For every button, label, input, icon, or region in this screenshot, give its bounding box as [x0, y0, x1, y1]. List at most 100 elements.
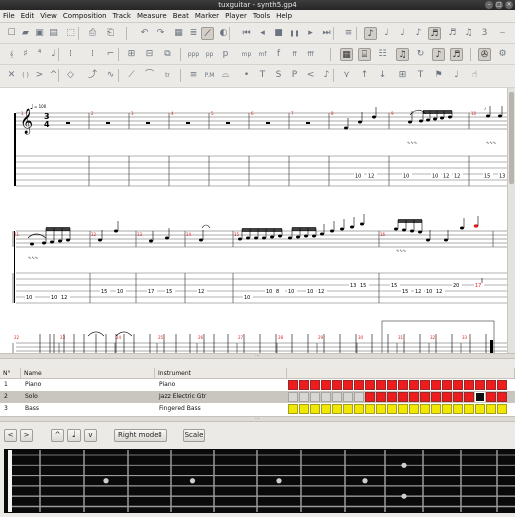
transport-mode-icon[interactable]: ≡: [342, 27, 355, 40]
dynamics-mp-icon[interactable]: mp: [240, 48, 253, 61]
measure-block[interactable]: [310, 392, 320, 402]
pick-down-icon[interactable]: ↓: [376, 69, 389, 82]
measure-block[interactable]: [332, 404, 342, 414]
hand-mode-select[interactable]: Right mode ⇕: [114, 429, 167, 442]
measure-block[interactable]: [431, 392, 441, 402]
settings-icon[interactable]: ⚙: [496, 48, 509, 61]
save-icon[interactable]: ▣: [33, 27, 46, 40]
print-preview-icon[interactable]: ⎗: [104, 27, 117, 40]
menu-help[interactable]: Help: [276, 12, 292, 20]
measure-block[interactable]: [354, 404, 364, 414]
measure-block[interactable]: [409, 404, 419, 414]
undo-icon[interactable]: ↶: [138, 27, 151, 40]
track-row[interactable]: 3 Bass Fingered Bass: [0, 403, 515, 415]
layout-linear-icon[interactable]: ≣: [187, 27, 200, 40]
add-measure-icon[interactable]: ⊞: [125, 48, 138, 61]
measure-block[interactable]: [321, 404, 331, 414]
time-signature-icon[interactable]: ⁴: [33, 48, 46, 61]
harmonic-icon[interactable]: ◇: [64, 69, 77, 82]
measure-block[interactable]: [387, 404, 397, 414]
key-signature-icon[interactable]: ♯: [19, 48, 32, 61]
repeat-alt-icon[interactable]: ⌐: [104, 48, 117, 61]
maximize-icon[interactable]: □: [495, 1, 503, 9]
tremolo-picking-icon[interactable]: ≡: [187, 69, 200, 82]
measure-block[interactable]: [398, 392, 408, 402]
dead-note-icon[interactable]: ✕: [5, 69, 18, 82]
pick-up-icon[interactable]: ↑: [358, 69, 371, 82]
save-as-icon[interactable]: ▤: [47, 27, 60, 40]
open-file-icon[interactable]: ▰: [19, 27, 32, 40]
dynamics-p-icon[interactable]: p: [219, 48, 232, 61]
menu-player[interactable]: Player: [225, 12, 247, 20]
close-icon[interactable]: ×: [505, 1, 513, 9]
chord-diagram-icon[interactable]: ⊞: [396, 69, 409, 82]
score-track-splitter[interactable]: ⋯: [0, 353, 515, 359]
measure-block[interactable]: [321, 380, 331, 390]
measure-block[interactable]: [398, 404, 408, 414]
col-instrument-header[interactable]: Instrument: [155, 368, 287, 379]
clef-icon[interactable]: 𝄞: [5, 48, 18, 61]
note-icon[interactable]: ♩: [67, 429, 81, 442]
measure-block[interactable]: [497, 404, 507, 414]
octave-down-button[interactable]: v: [84, 429, 97, 442]
measure-block[interactable]: [464, 392, 474, 402]
dynamics-fff-icon[interactable]: fff: [304, 48, 317, 61]
scale-button[interactable]: Scale: [183, 429, 205, 442]
grace-note-icon[interactable]: ♪: [320, 69, 333, 82]
mixer-icon[interactable]: ♫: [396, 48, 409, 61]
repeat-close-icon[interactable]: ⁞: [86, 48, 99, 61]
measure-block[interactable]: [299, 380, 309, 390]
trill-icon[interactable]: tr: [161, 69, 174, 82]
measure-block[interactable]: [453, 380, 463, 390]
dynamics-ff-icon[interactable]: ff: [288, 48, 301, 61]
measure-block[interactable]: [486, 404, 496, 414]
measure-block[interactable]: [354, 392, 364, 402]
last-icon[interactable]: ⏭: [320, 27, 333, 40]
menu-view[interactable]: View: [40, 12, 57, 20]
next-button[interactable]: >: [20, 429, 33, 442]
measure-block[interactable]: [343, 392, 353, 402]
measure-block[interactable]: [431, 404, 441, 414]
menu-composition[interactable]: Composition: [63, 12, 107, 20]
track-measure-blocks[interactable]: [288, 380, 508, 390]
measure-block[interactable]: [409, 392, 419, 402]
tuplet-icon[interactable]: 3: [478, 27, 491, 40]
tuner-icon[interactable]: ♪: [432, 48, 445, 61]
measure-block[interactable]: [376, 392, 386, 402]
measure-block[interactable]: [442, 392, 452, 402]
measure-block[interactable]: [442, 380, 452, 390]
measure-block[interactable]: [497, 392, 507, 402]
measure-block[interactable]: [398, 380, 408, 390]
marker-icon[interactable]: ⚑: [432, 69, 445, 82]
measure-block[interactable]: [475, 392, 485, 402]
measure-block[interactable]: [299, 404, 309, 414]
measure-block[interactable]: [343, 404, 353, 414]
previous-button[interactable]: <: [4, 429, 17, 442]
measure-block[interactable]: [475, 404, 485, 414]
layout-page-icon[interactable]: ▦: [172, 27, 185, 40]
measure-block[interactable]: [332, 392, 342, 402]
quarter-note-icon[interactable]: ♩: [396, 27, 409, 40]
slapping-icon[interactable]: S: [272, 69, 285, 82]
popping-icon[interactable]: P: [288, 69, 301, 82]
chord-icon[interactable]: ♬: [450, 48, 463, 61]
ghost-note-icon[interactable]: ( ): [19, 69, 32, 82]
track-row[interactable]: 2 Solo Jazz Electric Gtr: [0, 391, 515, 403]
dynamics-ppp-icon[interactable]: ppp: [187, 48, 200, 61]
lyrics-icon[interactable]: ♩: [450, 69, 463, 82]
minimize-icon[interactable]: –: [485, 1, 493, 9]
let-ring-icon[interactable]: ⌓: [219, 69, 232, 82]
measure-block[interactable]: [420, 380, 430, 390]
half-note-icon[interactable]: ♩: [380, 27, 393, 40]
measure-block[interactable]: [387, 392, 397, 402]
measure-block[interactable]: [453, 392, 463, 402]
track-row[interactable]: 1 Piano Piano: [0, 379, 515, 391]
tie-icon[interactable]: ⌣: [496, 27, 509, 40]
whole-note-icon[interactable]: ♪: [364, 27, 377, 40]
score-vertical-scrollbar[interactable]: [507, 88, 515, 353]
sixteenth-note-icon[interactable]: ♬: [428, 27, 441, 40]
fingering-icon[interactable]: ☝: [468, 69, 481, 82]
score-editor[interactable]: 𝄞 ♩ = 100 3 4 1 2 3 4 5 6 7 8 9 10 ∿∿∿ ∿∿∿ 𝆕 10 12 10 10 12 12 1…: [0, 88, 515, 353]
stop-icon[interactable]: ■: [272, 27, 285, 40]
measure-block[interactable]: [486, 380, 496, 390]
